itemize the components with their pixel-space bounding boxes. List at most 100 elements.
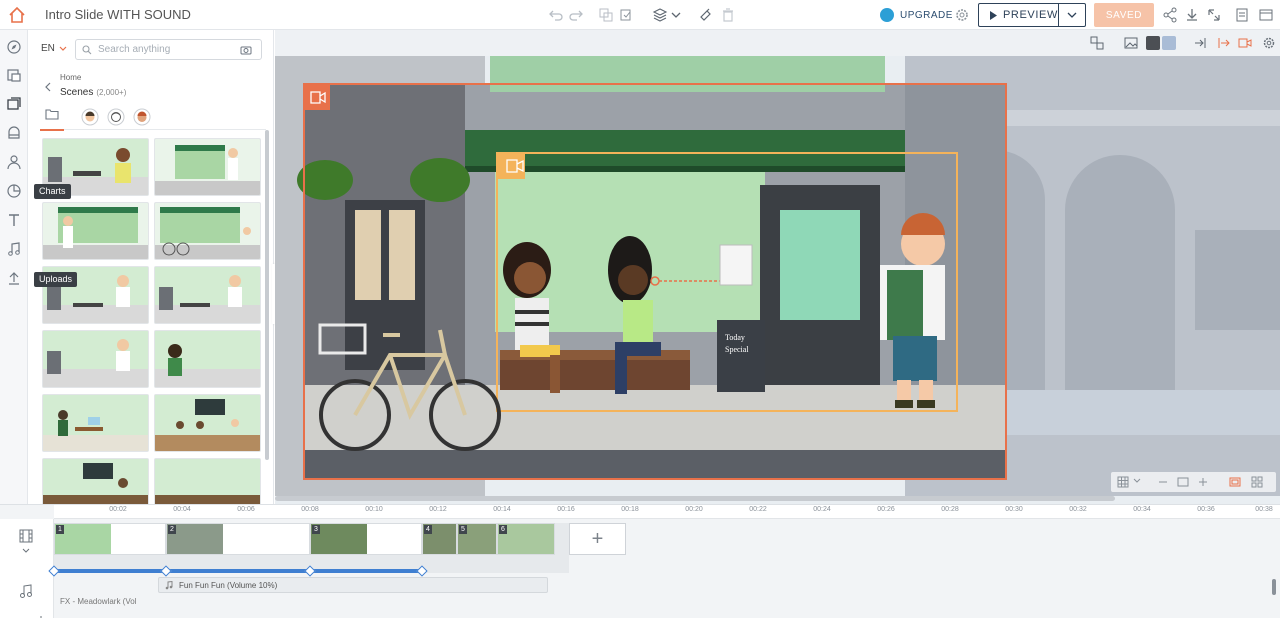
safe-area-icon[interactable]	[1229, 476, 1241, 488]
ruler-label: 00:28	[941, 506, 959, 513]
scene-thumbnail[interactable]	[154, 202, 261, 260]
preview-button[interactable]: PREVIEW	[978, 3, 1086, 27]
library-scrollbar[interactable]	[265, 130, 269, 460]
document-title[interactable]: Intro Slide WITH SOUND	[45, 7, 191, 22]
ruler-label: 00:10	[365, 506, 383, 513]
home-icon[interactable]	[8, 6, 26, 24]
chevron-down-icon[interactable]	[1133, 478, 1141, 484]
scene-thumbnail[interactable]	[154, 330, 261, 388]
color-swatch-light[interactable]	[1162, 36, 1176, 50]
ruler-label: 00:36	[1197, 506, 1215, 513]
uploads-icon[interactable]	[6, 270, 22, 286]
tab-character-style-1[interactable]	[78, 108, 102, 130]
characters-icon[interactable]	[6, 154, 22, 170]
scene-canvas[interactable]: Today Special	[275, 30, 1280, 504]
scene-block-2[interactable]: 2	[166, 523, 310, 555]
breadcrumb-home[interactable]: Home	[60, 73, 81, 82]
text-icon[interactable]	[6, 212, 22, 228]
charts-icon[interactable]	[6, 183, 22, 199]
stage-canvas-area: Today Special	[275, 30, 1280, 504]
timeline-panel: 00:02 00:04 00:06 00:08 00:10 00:12 00:1…	[0, 504, 1280, 618]
props-icon[interactable]	[6, 125, 22, 141]
music-icon[interactable]	[6, 241, 22, 257]
tab-character-style-2[interactable]	[104, 108, 128, 130]
download-icon[interactable]	[1184, 7, 1200, 23]
transition-track[interactable]	[54, 569, 422, 573]
search-box[interactable]	[75, 39, 262, 60]
delete-icon[interactable]	[720, 7, 736, 23]
scene-thumbnail[interactable]	[154, 138, 261, 196]
scenes-icon[interactable]	[6, 96, 22, 112]
templates-icon[interactable]	[6, 67, 22, 83]
timeline-scrollbar[interactable]	[1272, 579, 1276, 595]
share-icon[interactable]	[1162, 7, 1178, 23]
camera-icon[interactable]	[1238, 36, 1252, 50]
search-input[interactable]	[98, 44, 234, 55]
ruler-label: 00:08	[301, 506, 319, 513]
audio-track-clip-2[interactable]: FX - Meadowlark (Vol	[54, 597, 174, 609]
chevron-down-icon	[1067, 12, 1077, 18]
scene-block-6[interactable]: 6	[497, 523, 555, 555]
clean-icon[interactable]	[698, 7, 714, 23]
camera-icon[interactable]	[240, 45, 252, 55]
help-icon[interactable]	[1258, 7, 1274, 23]
group-icon[interactable]	[1090, 36, 1104, 50]
notes-icon[interactable]	[1234, 7, 1250, 23]
zoom-in-icon[interactable]	[1197, 476, 1209, 488]
section-count: (2,000+)	[96, 88, 127, 97]
scene-thumbnail[interactable]	[42, 202, 149, 260]
chevron-down-icon[interactable]	[668, 7, 684, 23]
zoom-out-icon[interactable]	[1157, 476, 1169, 488]
scene-block-5[interactable]: 5	[457, 523, 497, 555]
scene-number: 5	[459, 525, 467, 534]
gear-icon[interactable]	[954, 7, 970, 23]
grid-icon[interactable]	[1117, 476, 1129, 488]
back-arrow-icon[interactable]	[44, 82, 52, 92]
add-scene-button[interactable]: +	[569, 523, 626, 555]
settings-icon[interactable]	[1262, 36, 1276, 50]
upgrade-button[interactable]: UPGRADE	[880, 6, 953, 24]
fit-screen-icon[interactable]	[1177, 476, 1189, 488]
ruler-label: 00:20	[685, 506, 703, 513]
color-swatch-dark[interactable]	[1146, 36, 1160, 50]
redo-icon[interactable]	[568, 7, 584, 23]
ruler-label: 00:14	[493, 506, 511, 513]
tab-character-style-3[interactable]	[130, 108, 154, 130]
explore-icon[interactable]	[6, 39, 22, 55]
timeline-ruler[interactable]: 00:02 00:04 00:06 00:08 00:10 00:12 00:1…	[54, 505, 1280, 519]
preview-dropdown-button[interactable]	[1059, 4, 1085, 26]
scene-thumbnail[interactable]	[42, 394, 149, 452]
film-icon[interactable]	[19, 529, 33, 543]
ruler-label: 00:22	[749, 506, 767, 513]
layers-icon[interactable]	[652, 7, 668, 23]
top-bar: Intro Slide WITH SOUND UPGRADE PREVIEW S…	[0, 0, 1280, 30]
scene-block-4[interactable]: 4	[422, 523, 457, 555]
chevron-down-icon	[59, 46, 67, 51]
image-icon[interactable]	[1124, 36, 1138, 50]
undo-icon[interactable]	[548, 7, 564, 23]
chevron-down-icon[interactable]	[22, 548, 30, 554]
enter-icon[interactable]	[1194, 36, 1208, 50]
scene-thumbnail[interactable]	[42, 330, 149, 388]
canvas-horizontal-scrollbar[interactable]	[275, 496, 1115, 501]
upgrade-label: UPGRADE	[900, 9, 953, 21]
copy-icon[interactable]	[598, 7, 614, 23]
language-select[interactable]: EN	[41, 43, 67, 54]
search-icon	[82, 44, 92, 54]
scene-block-3[interactable]: 3	[310, 523, 422, 555]
music-icon[interactable]	[19, 583, 33, 599]
scene-thumbnail[interactable]	[154, 266, 261, 324]
music-note-icon	[165, 580, 173, 589]
paste-icon[interactable]	[618, 7, 634, 23]
resize-icon[interactable]	[1206, 7, 1222, 23]
scene-block-1[interactable]: 1	[54, 523, 166, 555]
ruler-label: 00:30	[1005, 506, 1023, 513]
saved-button[interactable]: SAVED	[1094, 3, 1154, 27]
scene-thumbnail[interactable]	[154, 394, 261, 452]
ruler-label: 00:18	[621, 506, 639, 513]
exit-icon[interactable]	[1216, 36, 1230, 50]
stage-toolbar	[1080, 30, 1280, 56]
audio-track-clip[interactable]: Fun Fun Fun (Volume 10%)	[158, 577, 548, 593]
tab-folder[interactable]	[40, 108, 64, 131]
layout-grid-icon[interactable]	[1251, 476, 1263, 488]
